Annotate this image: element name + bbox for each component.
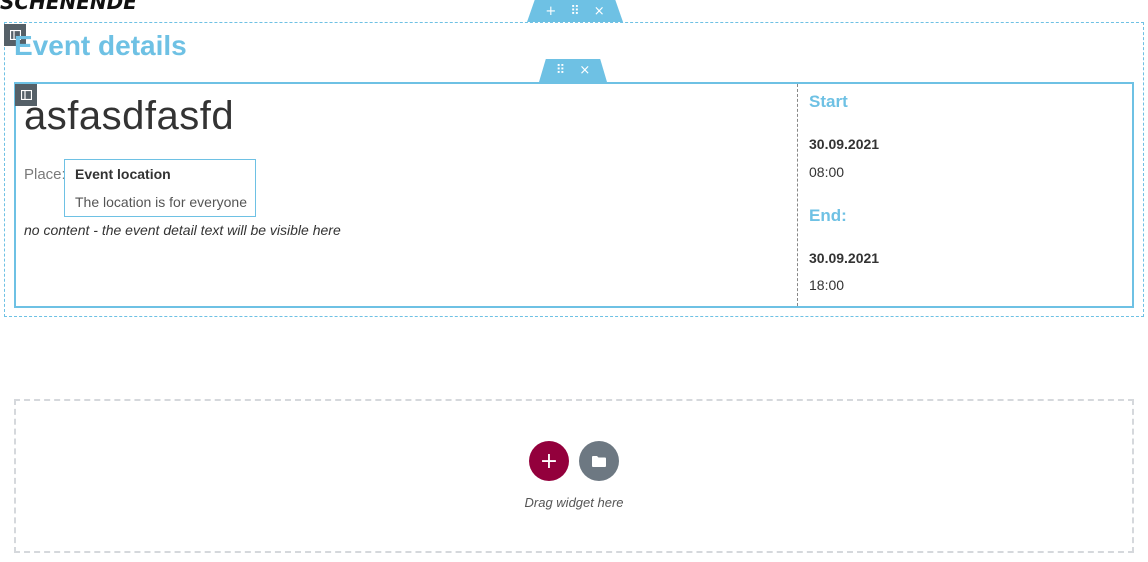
end-time: 18:00: [809, 277, 845, 293]
drag-section-icon[interactable]: ⠿: [570, 4, 580, 19]
start-heading: Start: [809, 92, 848, 111]
inner-column-edit-icon[interactable]: [15, 84, 37, 106]
place-label: Place:: [24, 166, 66, 183]
drag-inner-section-icon[interactable]: ⠿: [556, 63, 566, 78]
start-time: 08:00: [809, 164, 845, 180]
page-title: Event details: [14, 30, 187, 61]
event-info-column[interactable]: asfasdfasfd Place: Event location The lo…: [16, 84, 798, 306]
add-section-icon[interactable]: +: [545, 4, 556, 19]
add-section-button[interactable]: +: [529, 441, 569, 481]
add-template-button[interactable]: [579, 441, 619, 481]
end-date: 30.09.2021: [809, 250, 880, 266]
location-name: Event location: [75, 166, 171, 182]
event-name: asfasdfasfd: [24, 94, 235, 138]
plus-icon: +: [539, 448, 559, 474]
start-date: 30.09.2021: [809, 136, 880, 152]
site-logo: SCHENENDE: [0, 0, 137, 14]
event-detail-placeholder: no content - the event detail text will …: [24, 222, 341, 238]
widget-drop-zone[interactable]: + Drag widget here: [14, 399, 1134, 553]
drag-widget-hint: Drag widget here: [524, 495, 624, 510]
folder-icon: [592, 455, 606, 467]
end-heading: End:: [809, 206, 847, 225]
location-card[interactable]: Event location The location is for every…: [64, 159, 256, 217]
inner-section-handle[interactable]: ⠿ ×: [539, 59, 607, 82]
location-description: The location is for everyone: [75, 194, 247, 210]
close-inner-section-icon[interactable]: ×: [579, 63, 590, 78]
close-section-icon[interactable]: ×: [594, 4, 605, 19]
event-dates-column[interactable]: Start 30.09.2021 08:00 End: 30.09.2021 1…: [798, 84, 1132, 306]
section-handle[interactable]: + ⠿ ×: [527, 0, 623, 22]
inner-section[interactable]: asfasdfasfd Place: Event location The lo…: [14, 82, 1134, 308]
inner-column-layout-icon: [20, 90, 32, 100]
